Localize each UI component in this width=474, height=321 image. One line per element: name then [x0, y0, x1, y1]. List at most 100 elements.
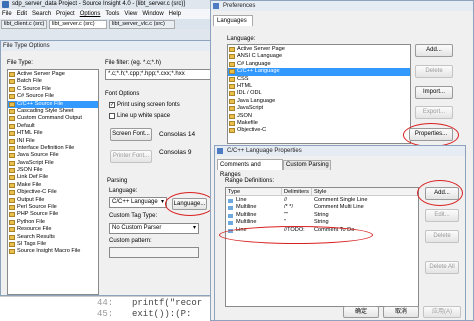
language-item[interactable]: IDL / ODL — [228, 90, 410, 97]
file-type-item[interactable]: Objective-C File — [8, 189, 98, 196]
file-type-item[interactable]: Active Server Page — [8, 71, 98, 78]
file-type-icon — [9, 72, 15, 77]
menu-item-window[interactable]: Window — [142, 9, 163, 19]
menu-item-options[interactable]: Options — [80, 9, 101, 19]
file-type-item[interactable]: Default — [8, 123, 98, 130]
language-select-value: C/C++ Language — [112, 199, 158, 205]
menu-item-edit[interactable]: Edit — [17, 9, 27, 19]
file-type-item-label: PHP Source File — [17, 211, 59, 218]
range-definitions-table[interactable]: Type Delimiters Style Line // Comment Sing… — [225, 187, 419, 307]
language-item[interactable]: HTML — [228, 83, 410, 90]
language-item-label: Active Server Page — [237, 46, 285, 52]
tab-languages[interactable]: Languages — [213, 15, 253, 26]
table-cell: Multiline — [236, 219, 257, 226]
column-header-type[interactable]: Type — [226, 188, 282, 196]
column-header-style[interactable]: Style — [312, 188, 418, 196]
menu-item-search[interactable]: Search — [32, 9, 51, 19]
tab-client[interactable]: libt_client.c (src) — [1, 20, 47, 29]
file-type-item[interactable]: Output File — [8, 197, 98, 204]
range-icon — [228, 206, 233, 211]
file-type-item[interactable]: Cascading Style Sheet — [8, 108, 98, 115]
language-item[interactable]: C# Language — [228, 61, 410, 68]
file-type-item[interactable]: Resource File — [8, 226, 98, 233]
table-row[interactable]: Multiline "" String — [226, 212, 418, 219]
pref-export-button[interactable]: Export... — [415, 106, 453, 119]
file-type-item[interactable]: Link Def File — [8, 174, 98, 181]
range-delete-button[interactable]: Delete — [425, 230, 459, 243]
file-type-item[interactable]: Python File — [8, 219, 98, 226]
file-type-item[interactable]: Java Source File — [8, 152, 98, 159]
tab-custom-parsing[interactable]: Custom Parsing — [283, 160, 331, 170]
file-type-item[interactable]: Make File — [8, 182, 98, 189]
pref-import-button[interactable]: Import... — [415, 86, 453, 99]
file-type-item[interactable]: Perl Source File — [8, 204, 98, 211]
file-type-list[interactable]: Active Server Page Batch File C Source Fil… — [7, 69, 99, 295]
language-item[interactable]: ANSI C Language — [228, 53, 410, 60]
language-item[interactable]: Objective-C — [228, 127, 410, 134]
file-type-item-label: SI Tags File — [17, 240, 47, 247]
preferences-title: Preferences — [223, 3, 256, 9]
file-type-item[interactable]: JavaScript File — [8, 160, 98, 167]
file-type-item[interactable]: Source Insight Macro File — [8, 248, 98, 255]
range-edit-button[interactable]: Edit... — [425, 209, 459, 222]
print-screen-fonts-checkbox[interactable]: ✓ — [109, 102, 115, 108]
file-type-icon — [229, 69, 235, 75]
table-cell: "" — [284, 211, 288, 218]
pref-delete-button[interactable]: Delete — [415, 65, 453, 78]
file-filter-input[interactable]: *.c;*.h;*.cpp;*.hpp;*.cxx;*.hxx — [105, 69, 225, 80]
language-item[interactable]: Makefile — [228, 120, 410, 127]
table-row[interactable]: Multiline /* */ Comment Multi Line — [226, 204, 418, 211]
custom-tag-select[interactable]: No Custom Parser ▾ — [109, 223, 199, 234]
language-list[interactable]: Active Server Page ANSI C Language C# Lang… — [227, 44, 411, 144]
language-item[interactable]: CSS — [228, 76, 410, 83]
file-type-item[interactable]: JSON File — [8, 167, 98, 174]
language-properties-dialog: C/C++ Language Properties Comments and R… — [214, 145, 466, 321]
ok-button[interactable]: 确定 — [343, 306, 379, 318]
table-row[interactable]: Multiline '' String — [226, 219, 418, 226]
cancel-button[interactable]: 取消 — [383, 306, 419, 318]
apply-button[interactable]: 应用(A) — [423, 306, 461, 318]
tab-server-vlc[interactable]: libt_server_vlc.c (src) — [109, 20, 175, 29]
menu-item-file[interactable]: File — [2, 9, 12, 19]
menu-item-project[interactable]: Project — [56, 9, 75, 19]
file-type-item[interactable]: Custom Command Output — [8, 115, 98, 122]
code-editor[interactable]: 44: printf("recor 45: exit()):(P: — [0, 296, 230, 321]
file-type-item[interactable]: Search Results — [8, 234, 98, 241]
file-type-item[interactable]: Batch File — [8, 78, 98, 85]
language-item[interactable]: C/C++ Language — [228, 68, 410, 76]
table-cell: String — [314, 211, 329, 218]
menu-item-view[interactable]: View — [124, 9, 137, 19]
pref-add-button[interactable]: Add... — [415, 44, 453, 57]
printer-font-button[interactable]: Printer Font... — [110, 150, 152, 163]
tab-server[interactable]: libt_server.c (src) — [49, 20, 107, 29]
file-type-item[interactable]: C/C++ Source File — [8, 100, 98, 108]
menu-item-tools[interactable]: Tools — [105, 9, 119, 19]
language-item[interactable]: Java Language — [228, 98, 410, 105]
screen-font-value: Consolas 14 — [159, 131, 196, 138]
tab-comments-ranges[interactable]: Comments and Ranges — [217, 159, 283, 178]
range-icon — [228, 221, 233, 226]
file-type-item[interactable]: SI Tags File — [8, 241, 98, 248]
language-item[interactable]: JavaScript — [228, 105, 410, 112]
line-whitespace-checkbox[interactable] — [109, 113, 115, 119]
menu-item-help[interactable]: Help — [169, 9, 181, 19]
file-type-icon — [229, 98, 235, 104]
custom-tag-label: Custom Tag Type: — [109, 213, 158, 219]
language-select[interactable]: C/C++ Language ▾ — [109, 197, 167, 208]
language-item[interactable]: JSON — [228, 113, 410, 120]
file-type-item[interactable]: HTML File — [8, 130, 98, 137]
file-type-item[interactable]: PHP Source File — [8, 211, 98, 218]
file-type-item[interactable]: Interface Definition File — [8, 145, 98, 152]
range-delete-all-button[interactable]: Delete All — [425, 261, 459, 274]
file-type-item[interactable]: INI File — [8, 138, 98, 145]
file-type-item[interactable]: C# Source File — [8, 93, 98, 100]
file-type-item-label: Active Server Page — [17, 71, 65, 77]
screen-font-button[interactable]: Screen Font... — [110, 128, 152, 141]
file-type-icon — [9, 86, 15, 92]
table-row[interactable]: Line // Comment Single Line — [226, 197, 418, 204]
language-item[interactable]: Active Server Page — [228, 46, 410, 53]
file-type-item[interactable]: C Source File — [8, 86, 98, 93]
column-header-delimiters[interactable]: Delimiters — [282, 188, 312, 196]
custom-pattern-input[interactable] — [109, 247, 199, 258]
language-item-label: Java Language — [237, 97, 276, 104]
